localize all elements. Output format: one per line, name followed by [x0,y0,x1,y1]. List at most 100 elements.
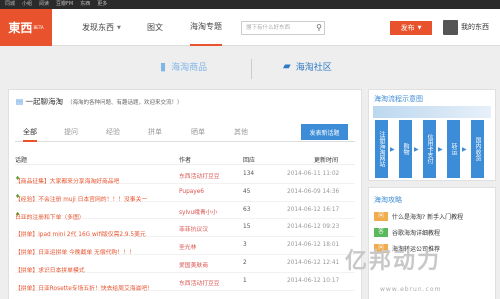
table-row[interactable]: 【拼单】日亚运拼单 今晚截单 无偿代购！！！ 圣光林 3 2014-06-12 … [15,237,355,256]
flow-title: 海淘流程示意图 [374,95,423,103]
site-header: 東西 BETA 发现东西 ▼ 图文 海淘专题 搜下有什么好东西 ⚲ 发布 ▼ 我的东西 [0,9,500,46]
row-replies: 2 [243,259,247,266]
subtab-community-label: 海淘社区 [295,63,332,73]
flow-step: 转运 [447,120,460,178]
topbar-link[interactable]: 小组 [22,0,32,9]
flow-step: 国内收货 [471,120,484,178]
row-replies: 15 [243,224,251,231]
subtab-community[interactable]: ▰ 海淘社区 [283,60,332,73]
topbar-link[interactable]: 豆瓣FM [56,0,73,9]
table-row[interactable]: ♦ 【商品征集】大家都来分享海淘好商品吧 东西活动打豆豆 134 2014-06-… [15,166,355,185]
arrow-right-icon: ▶ [414,146,419,153]
row-time: 2014-06-12 12:41 [287,259,340,266]
table-header: 话题 作者 回应 更新时间 [15,153,355,165]
row-author[interactable]: 圣光林 [179,242,196,251]
flow-step: 信用卡支付 [423,120,436,178]
nav-haitao-label: 海淘专题 [190,22,222,31]
row-author[interactable]: 爱国美肤商 [179,260,208,269]
table-row[interactable]: 【拼单】日亚Rosette专场五折！快去给周艾海滋吧！ 东西活动打豆豆 1 20… [15,273,355,292]
chat-icon: ▰ [283,61,291,72]
col-time: 更新时间 [314,157,339,164]
flow-step: 购物 [399,120,412,178]
table-row[interactable]: ♦ 【经验】不会注册 muji 日本官网的！！！没事关一 Pupaye6 45 2… [15,184,355,203]
faq-item[interactable]: 答 谷歌海淘详细教程 [374,228,440,237]
flow-step: 注册海淘网站 [375,120,388,178]
col-replies: 回应 [243,157,256,164]
tab-other[interactable]: 其他 [234,127,248,137]
nav-discover-label: 发现东西 [82,23,114,32]
arrow-right-icon: ▶ [390,146,395,153]
divider [251,59,252,79]
search-input[interactable]: 搜下有什么好东西 ⚲ [241,21,325,35]
col-author: 作者 [179,157,192,164]
row-author[interactable]: 东西活动打豆豆 [179,278,220,287]
row-replies: 3 [243,242,247,249]
avatar[interactable] [443,20,458,35]
nav-articles-label: 图文 [147,23,163,32]
publish-button[interactable]: 发布 ▼ [390,21,432,35]
top-bar: 同城 小组 阅读 豆瓣FM 东西 更多 [0,0,500,9]
flow-panel: 海淘流程示意图 注册海淘网站 ▶ 购物 ▶ 信用卡支付 ▶ 转运 ▶ 国内收货 [368,89,496,181]
row-replies: 63 [243,206,251,213]
community-panel: ▤ 一起聊海淘 （海淘的各种问题、有趣话题，欢迎来交流！） 全部 提问 经验 拼单… [8,89,362,299]
col-topic: 话题 [15,157,28,164]
topbar-link[interactable]: 阅读 [39,0,49,9]
answer-tag: 答 [374,228,388,237]
table-row[interactable]: 【拼单】求识日本拼单模式 爱国美肤商 2 2014-06-12 12:41 [15,255,355,274]
faq-text[interactable]: 谷歌海淘详细教程 [392,228,440,237]
tab-group-buy[interactable]: 拼单 [148,127,162,137]
arrow-right-icon: ▶ [438,146,443,153]
panel-title: ▤ 一起聊海淘 （海淘的各种问题、有趣话题，欢迎来交流！） [16,96,183,107]
panel-hint: （海淘的各种问题、有趣话题，欢迎来交流！） [66,100,183,106]
row-title[interactable]: 【拼单】日亚Rosette专场五折！快去给周艾海滋吧！ [15,283,153,292]
row-replies: 134 [243,171,255,177]
logo-badge: BETA [33,25,44,30]
subtab-products[interactable]: ▮ 海淘商品 [160,60,207,73]
topbar-link[interactable]: 东西 [80,0,90,9]
arrow-right-icon: ▶ [462,146,467,153]
tab-show[interactable]: 晒单 [191,127,205,137]
publish-label: 发布 [400,24,415,32]
row-time: 2014-06-11 11:02 [287,171,340,177]
faq-title: 海淘攻略 [374,196,402,204]
row-author[interactable]: 菲菲抗议汉 [179,224,208,233]
chevron-down-icon: ▼ [117,24,121,31]
watermark-url: www.ebrun.com [380,286,442,293]
topbar-link[interactable]: 同城 [5,0,15,9]
table-row[interactable]: ♦ 日亚的注册和下单（多图） sylvu峨青小小 63 2014-06-12 16… [15,202,355,221]
flow-banner [373,106,491,118]
row-time: 2014-06-09 14:36 [287,188,340,195]
new-topic-button[interactable]: 发表新话题 [301,124,348,140]
row-time: 2014-06-12 09:23 [287,224,340,231]
row-author[interactable]: sylvu峨青小小 [179,207,217,216]
tab-all[interactable]: 全部 [23,127,37,142]
search-icon[interactable]: ⚲ [316,23,322,33]
row-author[interactable]: 东西活动打豆豆 [179,171,220,180]
chevron-down-icon: ▼ [417,25,422,31]
logo-text: 東西 [8,21,33,35]
panel-title-text: 一起聊海淘 [25,97,63,106]
row-replies: 1 [243,277,247,284]
tab-experience[interactable]: 经验 [106,127,120,137]
topic-list: ♦ 【商品征集】大家都来分享海淘好商品吧 东西活动打豆豆 134 2014-06-… [15,166,355,292]
row-author[interactable]: Pupaye6 [179,189,204,195]
tab-ask[interactable]: 提问 [64,127,78,137]
faq-item[interactable]: 问 什么是海淘? 新手入门教程 [374,212,463,221]
book-icon: ▮ [160,60,167,73]
nav-articles[interactable]: 图文 [147,9,163,46]
question-tag: 问 [374,212,388,221]
row-time: 2014-06-12 10:17 [287,277,340,284]
watermark: 亿邦动力 [345,249,442,274]
row-time: 2014-06-12 16:17 [287,206,340,213]
user-name[interactable]: 我的东西 [461,20,489,35]
table-row[interactable]: 【拼单】ipad mini 2代 16G wifi版仅需2.9.5美元 菲菲抗议… [15,219,355,238]
nav-discover[interactable]: 发现东西 ▼ [82,9,121,46]
search-placeholder: 搜下有什么好东西 [246,25,291,31]
topbar-link[interactable]: 更多 [97,0,107,9]
nav-haitao[interactable]: 海淘专题 [190,9,222,46]
logo[interactable]: 東西 BETA [0,9,52,46]
faq-text[interactable]: 什么是海淘? 新手入门教程 [392,212,463,221]
row-replies: 45 [243,188,251,195]
subtab-products-label: 海淘商品 [171,63,208,73]
row-time: 2014-06-12 18:01 [287,242,340,249]
